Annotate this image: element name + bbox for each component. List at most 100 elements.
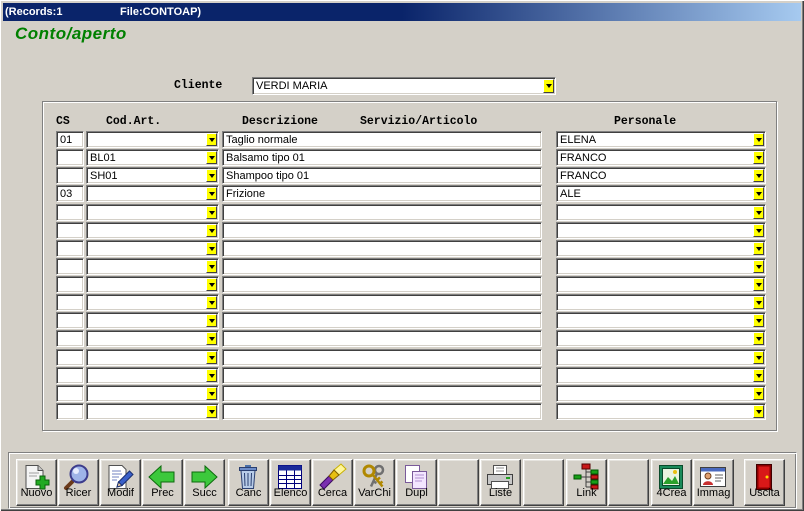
cod-art-dropdown-button[interactable]: [206, 386, 217, 400]
personale-dropdown-button[interactable]: [753, 205, 764, 219]
personale-combo[interactable]: ELENA: [556, 131, 766, 148]
cod-art-combo[interactable]: [86, 312, 219, 330]
cs-field[interactable]: [56, 257, 84, 275]
cs-field[interactable]: [56, 366, 84, 384]
cod-art-dropdown-button[interactable]: [206, 223, 217, 237]
cs-field[interactable]: [56, 239, 84, 257]
cs-field[interactable]: [56, 276, 84, 293]
personale-combo[interactable]: [556, 402, 766, 420]
cod-art-dropdown-button[interactable]: [206, 368, 217, 382]
find-button[interactable]: Cerca: [312, 459, 353, 506]
cs-field[interactable]: [56, 203, 84, 221]
personale-dropdown-button[interactable]: [753, 151, 764, 165]
personale-dropdown-button[interactable]: [753, 350, 764, 364]
cod-art-combo[interactable]: SH01: [86, 167, 219, 185]
personale-combo[interactable]: [556, 221, 766, 239]
cs-field[interactable]: [56, 294, 84, 312]
descrizione-field[interactable]: [222, 366, 542, 384]
personale-combo[interactable]: [556, 203, 766, 221]
personale-combo[interactable]: [556, 257, 766, 275]
cod-art-combo[interactable]: [86, 384, 219, 402]
personale-combo[interactable]: FRANCO: [556, 167, 766, 185]
cod-art-dropdown-button[interactable]: [206, 296, 217, 310]
personale-dropdown-button[interactable]: [753, 187, 764, 201]
cs-field[interactable]: 03: [56, 185, 84, 203]
descrizione-field[interactable]: [222, 402, 542, 420]
descrizione-field[interactable]: Shampoo tipo 01: [222, 167, 542, 185]
cs-field[interactable]: [56, 402, 84, 420]
personale-dropdown-button[interactable]: [753, 133, 764, 146]
cod-art-dropdown-button[interactable]: [206, 187, 217, 201]
cod-art-combo[interactable]: [86, 330, 219, 348]
cs-field[interactable]: [56, 348, 84, 366]
cod-art-dropdown-button[interactable]: [206, 259, 217, 273]
descrizione-field[interactable]: Taglio normale: [222, 131, 542, 148]
personale-combo[interactable]: [556, 239, 766, 257]
create-button[interactable]: 4Crea: [651, 459, 692, 506]
cod-art-combo[interactable]: [86, 239, 219, 257]
delete-button[interactable]: Canc: [228, 459, 269, 506]
cod-art-dropdown-button[interactable]: [206, 332, 217, 346]
cliente-combo[interactable]: VERDI MARIA: [252, 77, 556, 95]
descrizione-field[interactable]: [222, 221, 542, 239]
cs-field[interactable]: [56, 330, 84, 348]
personale-combo[interactable]: [556, 276, 766, 293]
personale-dropdown-button[interactable]: [753, 259, 764, 273]
personale-dropdown-button[interactable]: [753, 278, 764, 291]
descrizione-field[interactable]: [222, 276, 542, 293]
change-key-button[interactable]: VarChi: [354, 459, 395, 506]
personale-combo[interactable]: [556, 294, 766, 312]
cod-art-dropdown-button[interactable]: [206, 151, 217, 165]
personale-combo[interactable]: [556, 366, 766, 384]
descrizione-field[interactable]: [222, 203, 542, 221]
descrizione-field[interactable]: [222, 330, 542, 348]
link-button[interactable]: Link: [566, 459, 607, 506]
previous-button[interactable]: Prec: [142, 459, 183, 506]
descrizione-field[interactable]: [222, 384, 542, 402]
personale-dropdown-button[interactable]: [753, 368, 764, 382]
personale-dropdown-button[interactable]: [753, 296, 764, 310]
exit-button[interactable]: Uscita: [744, 459, 785, 506]
descrizione-field[interactable]: [222, 239, 542, 257]
cod-art-combo[interactable]: [86, 348, 219, 366]
cod-art-combo[interactable]: [86, 203, 219, 221]
cs-field[interactable]: [56, 312, 84, 330]
image-button[interactable]: Immag: [693, 459, 734, 506]
cod-art-combo[interactable]: [86, 366, 219, 384]
personale-combo[interactable]: [556, 348, 766, 366]
cod-art-dropdown-button[interactable]: [206, 278, 217, 291]
cod-art-dropdown-button[interactable]: [206, 241, 217, 255]
descrizione-field[interactable]: [222, 348, 542, 366]
personale-dropdown-button[interactable]: [753, 386, 764, 400]
cod-art-combo[interactable]: [86, 294, 219, 312]
descrizione-field[interactable]: Frizione: [222, 185, 542, 203]
cod-art-dropdown-button[interactable]: [206, 404, 217, 418]
cs-field[interactable]: [56, 149, 84, 167]
cliente-dropdown-button[interactable]: [543, 79, 554, 93]
cod-art-combo[interactable]: [86, 185, 219, 203]
personale-combo[interactable]: [556, 384, 766, 402]
descrizione-field[interactable]: [222, 257, 542, 275]
search-button[interactable]: Ricer: [58, 459, 99, 506]
cod-art-combo[interactable]: [86, 276, 219, 293]
cs-field[interactable]: [56, 221, 84, 239]
personale-dropdown-button[interactable]: [753, 241, 764, 255]
list-button[interactable]: Elenco: [270, 459, 311, 506]
cod-art-dropdown-button[interactable]: [206, 314, 217, 328]
personale-combo[interactable]: [556, 312, 766, 330]
personale-combo[interactable]: [556, 330, 766, 348]
personale-dropdown-button[interactable]: [753, 404, 764, 418]
personale-combo[interactable]: FRANCO: [556, 149, 766, 167]
cod-art-dropdown-button[interactable]: [206, 350, 217, 364]
next-button[interactable]: Succ: [184, 459, 225, 506]
cod-art-combo[interactable]: [86, 257, 219, 275]
personale-dropdown-button[interactable]: [753, 314, 764, 328]
cod-art-combo[interactable]: BL01: [86, 149, 219, 167]
cs-field[interactable]: 01: [56, 131, 84, 148]
cs-field[interactable]: [56, 167, 84, 185]
new-record-button[interactable]: Nuovo: [16, 459, 57, 506]
cod-art-dropdown-button[interactable]: [206, 205, 217, 219]
cod-art-combo[interactable]: [86, 402, 219, 420]
descrizione-field[interactable]: [222, 294, 542, 312]
duplicate-button[interactable]: Dupl: [396, 459, 437, 506]
